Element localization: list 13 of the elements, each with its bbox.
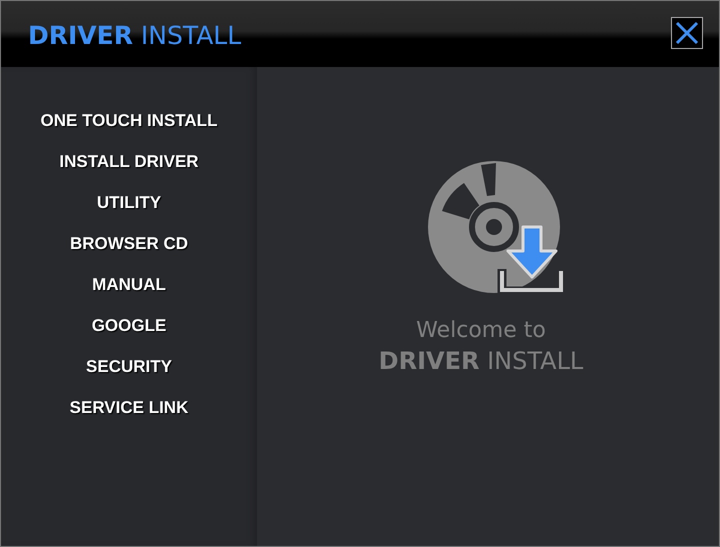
- menu-item[interactable]: GOOGLE: [92, 315, 166, 337]
- menu-item[interactable]: ONE TOUCH INSTALL: [40, 110, 218, 132]
- close-button[interactable]: [671, 17, 703, 49]
- menu-item[interactable]: UTILITY: [96, 192, 162, 214]
- app-name-text: DRIVER INSTALL: [378, 346, 584, 377]
- menu-item[interactable]: BROWSER CD: [70, 233, 188, 255]
- menu-item[interactable]: MANUAL: [92, 274, 166, 296]
- close-icon: [674, 20, 700, 46]
- menu-item[interactable]: SECURITY: [86, 356, 172, 378]
- window-title: DRIVER INSTALL: [28, 20, 242, 50]
- menu-item[interactable]: INSTALL DRIVER: [59, 151, 199, 173]
- welcome-text: Welcome to: [416, 317, 546, 345]
- menu-item[interactable]: SERVICE LINK: [70, 397, 188, 419]
